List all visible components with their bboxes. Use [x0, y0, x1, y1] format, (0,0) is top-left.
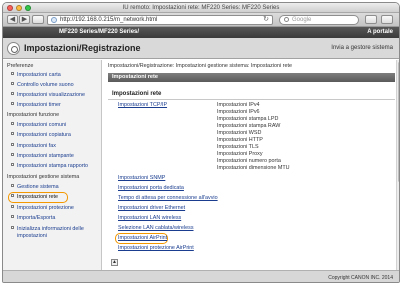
bullet-icon [11, 184, 14, 187]
sidebar-item-controllo-volume[interactable]: Controllo volume suono [11, 82, 74, 89]
sub-proxy: Impostazioni Proxy [217, 151, 263, 157]
main-content: Impostazioni/Registrazione: Impostazioni… [103, 60, 399, 270]
sub-raw: Impostazioni stampa RAW [217, 123, 281, 129]
toolbar-extra-button[interactable] [381, 15, 393, 24]
content-header-bar: Impostazioni rete [108, 73, 395, 82]
sidebar-item-protezione[interactable]: Impostazioni protezione [11, 205, 74, 212]
sidebar-item-visualizzazione[interactable]: Impostazioni visualizzazione [11, 92, 85, 99]
link-lan-wireless[interactable]: Impostazioni LAN wireless [118, 215, 181, 222]
sidebar-section-preferenze: Preferenze [7, 63, 34, 69]
page-header: MF220 Series/MF220 Series/ A portale Imp… [3, 27, 399, 59]
sidebar-section-funzione: Impostazioni funzione [7, 112, 60, 118]
forward-button[interactable]: ▶ [19, 15, 30, 24]
sidebar-section-gestione: Impostazioni gestione sistema [7, 174, 80, 180]
link-tempo-attesa[interactable]: Tempo di attesa per connessione all'avvi… [118, 195, 218, 202]
copyright-text: Copyright CANON INC. 2014 [328, 275, 393, 281]
sub-tls: Impostazioni TLS [217, 144, 259, 150]
sub-http: Impostazioni HTTP [217, 137, 263, 143]
search-icon [284, 17, 289, 22]
sidebar-item-stampante[interactable]: Impostazioni stampante [11, 153, 74, 160]
device-name: MF220 Series/MF220 Series/ [59, 29, 140, 35]
sidebar-item-timer[interactable]: Impostazioni timer [11, 102, 61, 109]
sub-mtu: Impostazioni dimensione MTU [217, 165, 290, 171]
send-to-admin-link[interactable]: Invia a gestore sistema [331, 45, 393, 52]
address-bar[interactable]: http://192.168.0.215/m_network.html ↻ [47, 15, 273, 25]
bullet-icon [11, 143, 14, 146]
portal-link[interactable]: A portale [367, 29, 393, 36]
link-snmp[interactable]: Impostazioni SNMP [118, 175, 165, 182]
sub-ipv6: Impostazioni IPv6 [217, 109, 260, 115]
sub-porta: Impostazioni numero porta [217, 158, 281, 164]
header-top-strip: MF220 Series/MF220 Series/ A portale [3, 27, 399, 38]
link-protezione-airprint[interactable]: Impostazioni protezione AirPrint [118, 245, 194, 252]
page-title: Impostazioni/Registrazione [24, 43, 141, 53]
bullet-icon [11, 153, 14, 156]
scroll-top-button[interactable]: ▲ [111, 259, 118, 266]
bullet-icon [11, 92, 14, 95]
bullet-icon [11, 132, 14, 135]
sidebar-item-rete[interactable]: Impostazioni rete [11, 194, 58, 201]
browser-window: IU remoto: Impostazioni rete: MF220 Seri… [2, 2, 400, 283]
link-tcpip[interactable]: Impostazioni TCP/IP [118, 102, 167, 109]
bullet-icon [11, 72, 14, 75]
toolbar-menu-button[interactable] [365, 15, 377, 24]
section-title: Impostazioni rete [108, 91, 395, 100]
link-driver-ethernet[interactable]: Impostazioni driver Ethernet [118, 205, 185, 212]
sidebar-item-importa-esporta[interactable]: Importa/Esporta [11, 215, 55, 222]
share-button[interactable] [32, 15, 44, 24]
sub-lpd: Impostazioni stampa LPD [217, 116, 279, 122]
sidebar-item-inizializza[interactable]: Inizializza informazioni delle [11, 226, 84, 233]
sidebar-item-fax[interactable]: Impostazioni fax [11, 143, 56, 150]
bullet-icon [11, 102, 14, 105]
link-porta-dedicata[interactable]: Impostazioni porta dedicata [118, 185, 184, 192]
back-button[interactable]: ◀ [7, 15, 18, 24]
sidebar-item-impostazioni-carta[interactable]: Impostazioni carta [11, 72, 61, 79]
page-footer: Copyright CANON INC. 2014 [3, 270, 399, 282]
reload-icon[interactable]: ↻ [263, 16, 269, 24]
sidebar-item-inizializza-line2[interactable]: impostazioni [17, 233, 47, 240]
globe-icon [51, 17, 57, 23]
bullet-icon [11, 163, 14, 166]
sidebar: Preferenze Impostazioni carta Controllo … [3, 60, 102, 270]
bullet-icon [11, 194, 14, 197]
sub-wsd: Impostazioni WSD [217, 130, 262, 136]
link-selezione-lan[interactable]: Selezione LAN cablata/wireless [118, 225, 194, 232]
window-title: IU remoto: Impostazioni rete: MF220 Seri… [122, 5, 280, 11]
bullet-icon [11, 122, 14, 125]
link-airprint[interactable]: Impostazioni AirPrint [118, 235, 167, 242]
search-placeholder: Google [292, 17, 312, 23]
bullet-icon [11, 226, 14, 229]
scrollbar[interactable] [396, 60, 399, 270]
sidebar-item-gestione-sistema[interactable]: Gestione sistema [11, 184, 59, 191]
sidebar-item-comuni[interactable]: Impostazioni comuni [11, 122, 66, 129]
breadcrumb: Impostazioni/Registrazione: Impostazioni… [108, 63, 292, 69]
title-bar: IU remoto: Impostazioni rete: MF220 Seri… [3, 3, 399, 13]
browser-toolbar: ◀ ▶ http://192.168.0.215/m_network.html … [3, 13, 399, 27]
sidebar-item-stampa-rapporto[interactable]: Impostazioni stampa rapporto [11, 163, 88, 170]
header-title-area: Impostazioni/Registrazione Invia a gesto… [3, 38, 399, 59]
sidebar-item-copiatura[interactable]: Impostazioni copiatura [11, 132, 71, 139]
settings-icon [7, 42, 20, 55]
bullet-icon [11, 215, 14, 218]
scrollbar-thumb[interactable] [398, 62, 399, 182]
sub-ipv4: Impostazioni IPv4 [217, 102, 260, 108]
bullet-icon [11, 82, 14, 85]
bullet-icon [11, 205, 14, 208]
url-text: http://192.168.0.215/m_network.html [60, 17, 158, 23]
search-input[interactable]: Google [279, 15, 359, 25]
